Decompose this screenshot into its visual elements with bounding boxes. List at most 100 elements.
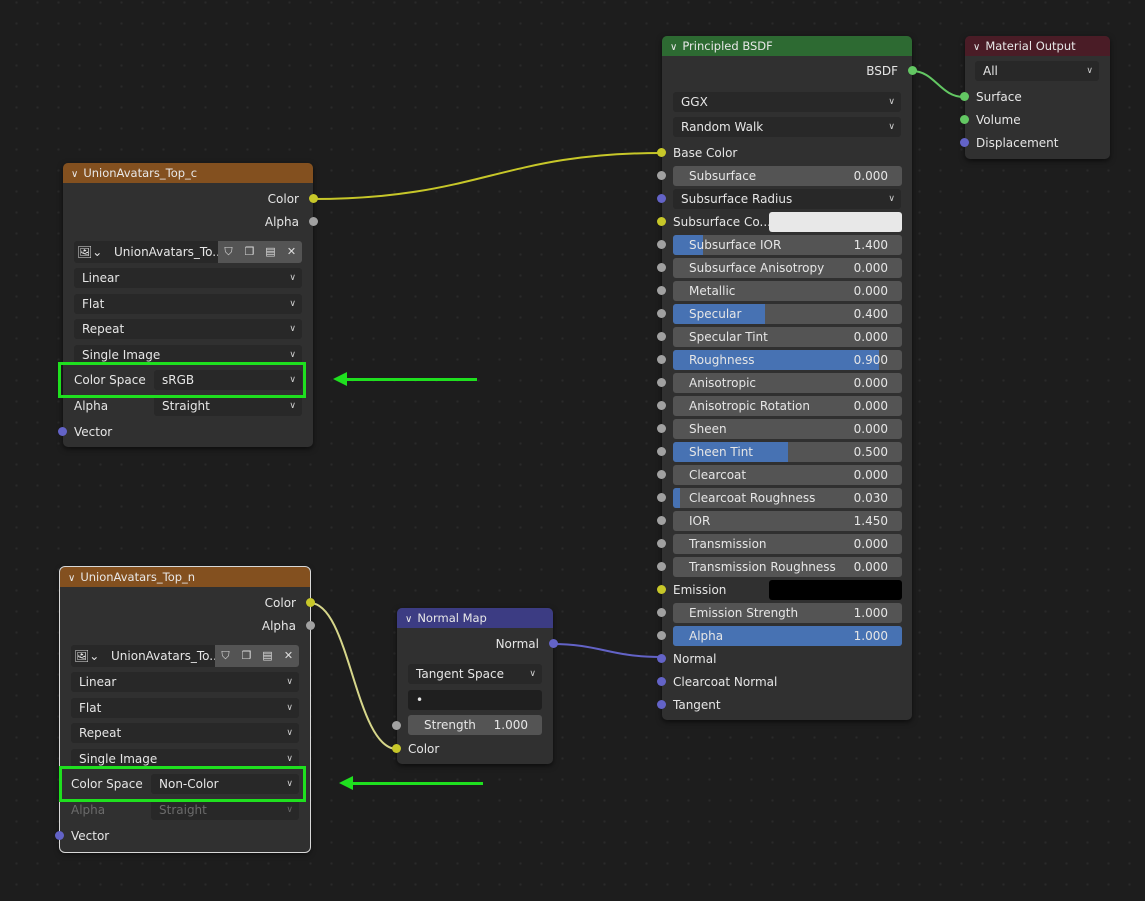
unlink-close-icon[interactable]: ✕	[281, 241, 302, 263]
collapse-chevron-icon[interactable]: ∨	[973, 38, 980, 56]
input-socket[interactable]	[657, 700, 666, 709]
color-output-socket[interactable]	[309, 194, 318, 203]
node-header[interactable]: ∨ UnionAvatars_Top_n	[60, 567, 310, 587]
pack-image-icon[interactable]: ▤	[260, 241, 281, 263]
input-socket[interactable]	[657, 470, 666, 479]
anisotropic-slider[interactable]: Anisotropic 0.000	[673, 373, 902, 393]
input-socket[interactable]	[657, 286, 666, 295]
input-socket[interactable]	[657, 194, 666, 203]
image-name-field[interactable]: UnionAvatars_To...	[111, 645, 221, 667]
specular-slider[interactable]: Specular 0.400	[673, 304, 902, 324]
collapse-chevron-icon[interactable]: ∨	[405, 610, 412, 628]
distribution-dropdown[interactable]: GGX ∨	[673, 92, 901, 112]
emission-swatch[interactable]	[769, 580, 902, 600]
input-socket[interactable]	[657, 378, 666, 387]
image-selector[interactable]: 🖼⌄ UnionAvatars_To... ⛉ ❐ ▤ ✕	[74, 241, 302, 263]
bsdf-output-socket[interactable]	[908, 66, 917, 75]
subsurface-radius-dropdown[interactable]: Subsurface Radius ∨	[673, 189, 901, 209]
volume-input-socket[interactable]	[960, 115, 969, 124]
input-socket[interactable]	[657, 171, 666, 180]
unlink-close-icon[interactable]: ✕	[278, 645, 299, 667]
input-socket[interactable]	[657, 516, 666, 525]
roughness-slider[interactable]: Roughness 0.900	[673, 350, 902, 370]
clearcoat-slider[interactable]: Clearcoat 0.000	[673, 465, 902, 485]
projection-dropdown[interactable]: Flat ∨	[71, 698, 299, 718]
projection-dropdown[interactable]: Flat ∨	[74, 294, 302, 314]
pack-image-icon[interactable]: ▤	[257, 645, 278, 667]
input-socket[interactable]	[657, 585, 666, 594]
displacement-input-socket[interactable]	[960, 138, 969, 147]
input-socket[interactable]	[657, 447, 666, 456]
space-dropdown[interactable]: Tangent Space ∨	[408, 664, 542, 684]
color-input-socket[interactable]	[392, 744, 401, 753]
color-output-socket[interactable]	[306, 598, 315, 607]
transmission-slider[interactable]: Transmission 0.000	[673, 534, 902, 554]
subsurface-ior-slider[interactable]: Subsurface IOR 1.400	[673, 235, 902, 255]
metallic-slider[interactable]: Metallic 0.000	[673, 281, 902, 301]
input-socket[interactable]	[657, 332, 666, 341]
image-browse-icon[interactable]: 🖼⌄	[74, 645, 99, 667]
subsurface-slider[interactable]: Subsurface 0.000	[673, 166, 902, 186]
image-name-field[interactable]: UnionAvatars_To...	[114, 241, 224, 263]
node-header[interactable]: ∨ Principled BSDF	[662, 36, 912, 56]
alpha-output-socket[interactable]	[309, 217, 318, 226]
interpolation-dropdown[interactable]: Linear ∨	[74, 268, 302, 288]
collapse-chevron-icon[interactable]: ∨	[68, 569, 75, 587]
normal-output-socket[interactable]	[549, 639, 558, 648]
input-socket[interactable]	[657, 401, 666, 410]
alpha-slider[interactable]: Alpha 1.000	[673, 626, 902, 646]
input-socket[interactable]	[657, 355, 666, 364]
transmission-roughness-slider[interactable]: Transmission Roughness 0.000	[673, 557, 902, 577]
strength-input-socket[interactable]	[392, 721, 401, 730]
vector-input-socket[interactable]	[58, 427, 67, 436]
input-socket[interactable]	[657, 217, 666, 226]
uv-map-field[interactable]: •	[408, 690, 542, 710]
interpolation-dropdown[interactable]: Linear ∨	[71, 672, 299, 692]
input-socket[interactable]	[657, 493, 666, 502]
alpha-output-socket[interactable]	[306, 621, 315, 630]
input-socket[interactable]	[657, 263, 666, 272]
input-socket[interactable]	[657, 309, 666, 318]
image-texture-node-normal[interactable]: ∨ UnionAvatars_Top_n Color Alpha 🖼⌄ Union…	[55, 566, 315, 853]
extension-dropdown[interactable]: Repeat ∨	[71, 723, 299, 743]
image-browse-icon[interactable]: 🖼⌄	[77, 241, 102, 263]
input-socket[interactable]	[657, 562, 666, 571]
ior-slider[interactable]: IOR 1.450	[673, 511, 902, 531]
subsurface-anisotropy-slider[interactable]: Subsurface Anisotropy 0.000	[673, 258, 902, 278]
surface-input-socket[interactable]	[960, 92, 969, 101]
subsurface-color-swatch[interactable]	[769, 212, 902, 232]
base-color-input-socket[interactable]	[657, 148, 666, 157]
duplicate-image-icon[interactable]: ❐	[239, 241, 260, 263]
emission-strength-slider[interactable]: Emission Strength 1.000	[673, 603, 902, 623]
input-socket[interactable]	[657, 631, 666, 640]
input-socket[interactable]	[657, 654, 666, 663]
node-header[interactable]: ∨ UnionAvatars_Top_c	[63, 163, 313, 183]
node-header[interactable]: ∨ Material Output	[965, 36, 1110, 56]
image-texture-node-color[interactable]: ∨ UnionAvatars_Top_c Color Alpha 🖼⌄ Union…	[58, 163, 318, 447]
normal-map-node[interactable]: ∨ Normal Map Normal Tangent Space ∨ • Stre…	[392, 608, 558, 764]
sheen-slider[interactable]: Sheen 0.000	[673, 419, 902, 439]
specular-tint-slider[interactable]: Specular Tint 0.000	[673, 327, 902, 347]
image-selector[interactable]: 🖼⌄ UnionAvatars_To... ⛉ ❐ ▤ ✕	[71, 645, 299, 667]
input-socket[interactable]	[657, 608, 666, 617]
subsurface-method-dropdown[interactable]: Random Walk ∨	[673, 117, 901, 137]
input-socket[interactable]	[657, 677, 666, 686]
input-socket[interactable]	[657, 539, 666, 548]
extension-dropdown[interactable]: Repeat ∨	[74, 319, 302, 339]
material-output-node[interactable]: ∨ Material Output All ∨ Surface Volume Dis…	[960, 36, 1110, 159]
collapse-chevron-icon[interactable]: ∨	[71, 165, 78, 183]
principled-bsdf-node[interactable]: ∨ Principled BSDF BSDF GGX ∨ Random Walk ∨ …	[657, 36, 917, 720]
duplicate-image-icon[interactable]: ❐	[236, 645, 257, 667]
node-header[interactable]: ∨ Normal Map	[397, 608, 553, 628]
sheen-tint-slider[interactable]: Sheen Tint 0.500	[673, 442, 902, 462]
strength-slider[interactable]: Strength 1.000	[408, 715, 542, 735]
input-socket[interactable]	[657, 424, 666, 433]
clearcoat-roughness-slider[interactable]: Clearcoat Roughness 0.030	[673, 488, 902, 508]
fake-user-shield-icon[interactable]: ⛉	[215, 645, 236, 667]
vector-input-socket[interactable]	[55, 831, 64, 840]
target-dropdown[interactable]: All ∨	[975, 61, 1099, 81]
collapse-chevron-icon[interactable]: ∨	[670, 38, 677, 56]
alpha-mode-dropdown[interactable]: Straight ∨	[154, 396, 302, 416]
input-socket[interactable]	[657, 240, 666, 249]
anisotropic-rotation-slider[interactable]: Anisotropic Rotation 0.000	[673, 396, 902, 416]
